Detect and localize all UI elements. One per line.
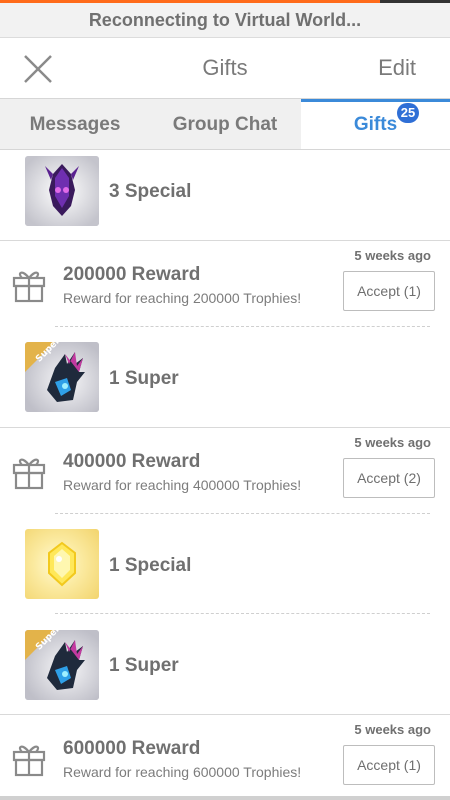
list-item: Super 1 Super — [0, 614, 450, 714]
item-label: 1 Special — [109, 555, 192, 576]
edit-button[interactable]: Edit — [378, 55, 416, 81]
gift-icon — [12, 454, 46, 490]
list-item: 3 Special — [0, 150, 450, 240]
accept-button[interactable]: Accept (2) — [343, 458, 435, 498]
tab-bar: Messages Group Chat Gifts — [0, 98, 450, 150]
accept-button[interactable]: Accept (1) — [343, 745, 435, 785]
tab-gifts[interactable]: Gifts — [301, 99, 450, 149]
blue-dragon-head-icon: Super — [25, 342, 99, 412]
gold-gem-icon — [25, 529, 99, 599]
reward-description: Reward for reaching 200000 Trophies! — [63, 290, 302, 306]
item-label: 3 Special — [109, 181, 192, 202]
reward-row: 600000 Reward Reward for reaching 600000… — [0, 715, 450, 800]
gifts-count-badge: 25 — [397, 103, 419, 123]
timestamp: 5 weeks ago — [354, 435, 431, 450]
reward-title: 200000 Reward — [63, 264, 201, 285]
reward-row: 400000 Reward Reward for reaching 400000… — [0, 428, 450, 514]
reward-row: 200000 Reward Reward for reaching 200000… — [0, 241, 450, 327]
timestamp: 5 weeks ago — [354, 722, 431, 737]
list-item: Super 1 Super — [0, 327, 450, 427]
app-header: Gifts Edit — [0, 38, 450, 98]
reward-title: 400000 Reward — [63, 451, 201, 472]
tab-messages[interactable]: Messages — [0, 99, 150, 149]
accept-button[interactable]: Accept (1) — [343, 271, 435, 311]
reward-description: Reward for reaching 600000 Trophies! — [63, 764, 302, 780]
reward-description: Reward for reaching 400000 Trophies! — [63, 477, 302, 493]
reward-title: 600000 Reward — [63, 738, 201, 759]
item-label: 1 Super — [109, 655, 179, 676]
blue-dragon-head-icon: Super — [25, 630, 99, 700]
timestamp: 5 weeks ago — [354, 248, 431, 263]
bottom-edge — [0, 796, 450, 800]
purple-dragon-head-icon — [25, 156, 99, 226]
gift-icon — [12, 267, 46, 303]
connection-status-bar: Reconnecting to Virtual World... — [0, 3, 450, 38]
item-label: 1 Super — [109, 368, 179, 389]
gift-list[interactable]: 3 Special 200000 Reward Reward for reach… — [0, 150, 450, 800]
tab-group-chat[interactable]: Group Chat — [150, 99, 300, 149]
list-item: 1 Special — [0, 514, 450, 614]
gift-icon — [12, 741, 46, 777]
